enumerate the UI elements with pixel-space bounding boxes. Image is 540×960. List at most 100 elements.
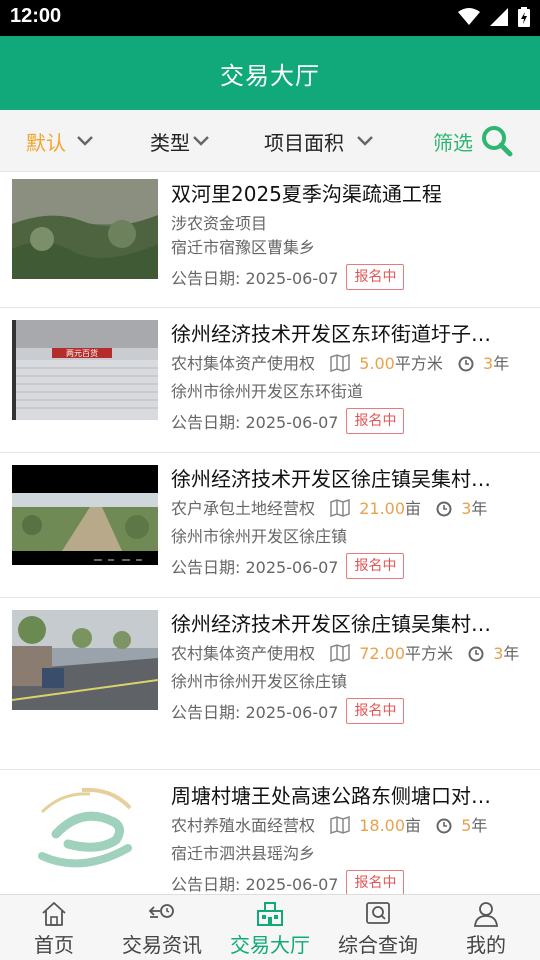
listing-area-unit: 亩 xyxy=(405,816,422,835)
filter-type[interactable]: 类型 xyxy=(150,110,212,172)
clock-icon xyxy=(436,818,452,834)
list-item[interactable]: 两元百货 徐州经济技术开发区东环街道圩子… 农村集体资产使用权 5.00平方米 … xyxy=(0,308,540,453)
listing-title: 徐州经济技术开发区东环街道圩子… xyxy=(171,322,491,346)
listing-location: 宿迁市泗洪县瑶沟乡 xyxy=(171,844,316,863)
listing-location: 徐州市徐州开发区徐庄镇 xyxy=(171,672,348,691)
query-icon xyxy=(366,902,390,924)
status-badge: 报名中 xyxy=(346,264,405,290)
listing-category: 涉农资金项目 xyxy=(171,214,268,233)
listing-date-row: 公告日期: 2025-06-07 报名中 xyxy=(171,408,530,434)
tab-trading-hall[interactable]: 交易大厅 xyxy=(216,895,324,960)
chevron-down-icon xyxy=(193,136,209,146)
search-icon xyxy=(482,126,513,157)
listing-date-row: 公告日期: 2025-06-07 报名中 xyxy=(171,553,530,579)
listing-date: 公告日期: 2025-06-07 xyxy=(171,558,339,577)
list-item[interactable]: 徐州经济技术开发区徐庄镇吴集村… 农村集体资产使用权 72.00平方米 3年 徐… xyxy=(0,598,540,770)
listing-location: 徐州市徐州开发区徐庄镇 xyxy=(171,527,348,546)
clock-icon xyxy=(468,646,484,662)
listing-info: 徐州经济技术开发区徐庄镇吴集村… 农村集体资产使用权 72.00平方米 3年 徐… xyxy=(171,610,530,724)
shop-sign-text: 两元百货 xyxy=(66,348,98,358)
listing-meta: 农村集体资产使用权 5.00平方米 3年 xyxy=(171,352,530,376)
tab-news[interactable]: 交易资讯 xyxy=(108,895,216,960)
chevron-down-icon xyxy=(77,136,93,146)
listing-category: 农村集体资产使用权 xyxy=(171,644,316,663)
list-item[interactable]: 周塘村塘王处高速公路东侧塘口对… 农村养殖水面经营权 18.00亩 5年 宿迁市… xyxy=(0,770,540,894)
listing-info: 周塘村塘王处高速公路东侧塘口对… 农村养殖水面经营权 18.00亩 5年 宿迁市… xyxy=(171,782,530,894)
listing-date-row: 公告日期: 2025-06-07 报名中 xyxy=(171,698,530,724)
listing-area-unit: 平方米 xyxy=(394,354,443,373)
listing-date-row: 公告日期: 2025-06-07 报名中 xyxy=(171,264,530,290)
tab-trading-hall-label: 交易大厅 xyxy=(230,933,310,957)
listing-area-value: 72.00 xyxy=(359,644,406,663)
clock-icon xyxy=(436,501,452,517)
tab-query-label: 综合查询 xyxy=(338,933,418,957)
map-icon xyxy=(330,644,350,662)
home-icon xyxy=(42,902,66,926)
listing-thumbnail xyxy=(12,465,158,565)
listing-list: 双河里2025夏季沟渠疏通工程 涉农资金项目 宿迁市宿豫区曹集乡 公告日期: 2… xyxy=(0,172,540,894)
status-badge: 报名中 xyxy=(346,870,405,894)
listing-area-value: 18.00 xyxy=(359,816,406,835)
listing-years-unit: 年 xyxy=(493,354,510,373)
listing-category: 农村集体资产使用权 xyxy=(171,354,316,373)
listing-date: 公告日期: 2025-06-07 xyxy=(171,269,339,288)
tab-query[interactable]: 综合查询 xyxy=(324,895,432,960)
status-bar: 12:00 xyxy=(0,0,540,36)
list-item[interactable]: 双河里2025夏季沟渠疏通工程 涉农资金项目 宿迁市宿豫区曹集乡 公告日期: 2… xyxy=(0,172,540,308)
listing-years-value: 3 xyxy=(483,354,494,373)
listing-years-value: 5 xyxy=(461,816,472,835)
clock-icon xyxy=(458,356,474,372)
filter-default-label: 默认 xyxy=(26,130,66,155)
listing-meta: 农户承包土地经营权 21.00亩 3年 xyxy=(171,497,530,521)
signal-icon xyxy=(490,8,508,26)
listing-info: 徐州经济技术开发区徐庄镇吴集村… 农户承包土地经营权 21.00亩 3年 徐州市… xyxy=(171,465,530,579)
listing-area-value: 21.00 xyxy=(359,499,406,518)
filter-type-label: 类型 xyxy=(150,130,190,155)
listing-title: 徐州经济技术开发区徐庄镇吴集村… xyxy=(171,467,491,491)
listing-info: 双河里2025夏季沟渠疏通工程 涉农资金项目 宿迁市宿豫区曹集乡 公告日期: 2… xyxy=(171,180,530,290)
bottom-tab-bar: 首页 交易资讯 交易大厅 综合查询 我的 xyxy=(0,894,540,960)
listing-meta: 农村养殖水面经营权 18.00亩 5年 xyxy=(171,814,530,838)
listing-meta: 农村集体资产使用权 72.00平方米 3年 xyxy=(171,642,530,666)
placeholder-logo-icon xyxy=(12,782,158,882)
listing-thumbnail xyxy=(12,179,158,279)
listing-years-unit: 年 xyxy=(471,499,488,518)
listing-years-value: 3 xyxy=(493,644,504,663)
tab-mine-label: 我的 xyxy=(466,933,506,957)
tab-news-label: 交易资讯 xyxy=(122,933,202,957)
wifi-icon xyxy=(458,8,480,25)
filter-area[interactable]: 项目面积 xyxy=(264,110,378,172)
status-badge: 报名中 xyxy=(346,698,405,724)
map-icon xyxy=(330,354,350,372)
status-time: 12:00 xyxy=(10,5,62,27)
listing-title: 周塘村塘王处高速公路东侧塘口对… xyxy=(171,784,491,808)
filter-screen-button[interactable]: 筛选 xyxy=(433,110,515,172)
listing-title: 双河里2025夏季沟渠疏通工程 xyxy=(171,182,442,206)
user-icon xyxy=(474,902,498,927)
listing-location: 宿迁市宿豫区曹集乡 xyxy=(171,238,316,257)
tab-home[interactable]: 首页 xyxy=(0,895,108,960)
listing-date: 公告日期: 2025-06-07 xyxy=(171,875,339,894)
listing-years-unit: 年 xyxy=(471,816,488,835)
listing-date: 公告日期: 2025-06-07 xyxy=(171,413,339,432)
listing-thumbnail xyxy=(12,610,158,710)
list-item[interactable]: 徐州经济技术开发区徐庄镇吴集村… 农户承包土地经营权 21.00亩 3年 徐州市… xyxy=(0,453,540,598)
chevron-down-icon xyxy=(357,136,373,146)
status-icons xyxy=(458,7,530,27)
filter-default[interactable]: 默认 xyxy=(26,110,98,172)
status-badge: 报名中 xyxy=(346,553,405,579)
listing-category: 农户承包土地经营权 xyxy=(171,499,316,518)
listing-area-unit: 亩 xyxy=(405,499,422,518)
listing-years-unit: 年 xyxy=(503,644,520,663)
app-header: 交易大厅 xyxy=(0,36,540,110)
filter-area-label: 项目面积 xyxy=(264,130,344,155)
listing-info: 徐州经济技术开发区东环街道圩子… 农村集体资产使用权 5.00平方米 3年 徐州… xyxy=(171,320,530,434)
listing-title: 徐州经济技术开发区徐庄镇吴集村… xyxy=(171,612,491,636)
page-title: 交易大厅 xyxy=(220,61,320,90)
filter-screen-label: 筛选 xyxy=(433,130,473,155)
listing-date-row: 公告日期: 2025-06-07 报名中 xyxy=(171,870,530,894)
news-icon xyxy=(148,904,174,918)
listing-area-value: 5.00 xyxy=(359,354,395,373)
tab-mine[interactable]: 我的 xyxy=(432,895,540,960)
hall-icon xyxy=(257,902,283,926)
